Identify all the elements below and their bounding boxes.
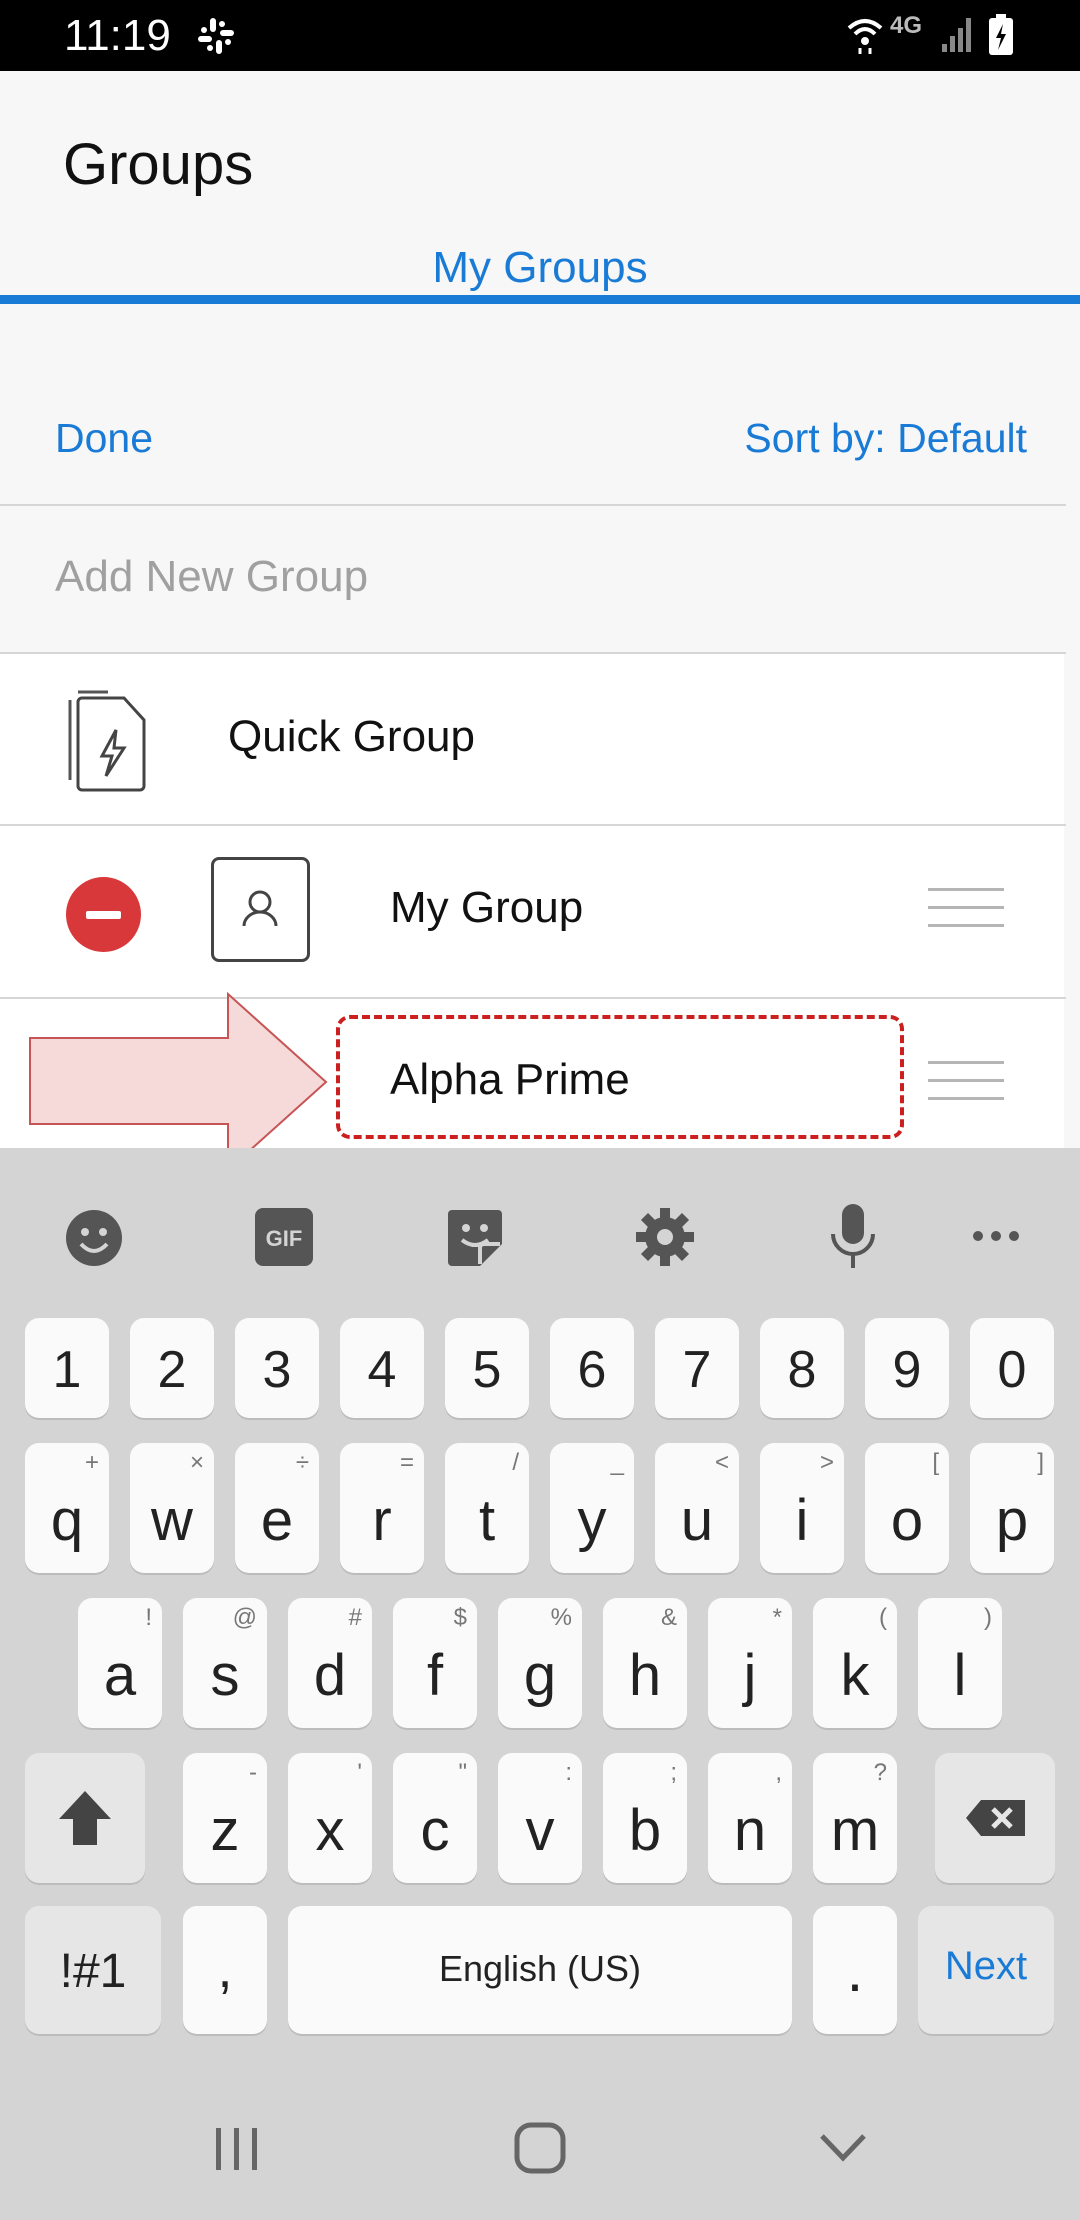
key-v[interactable]: :v [498, 1753, 582, 1883]
microphone-icon[interactable] [828, 1202, 878, 1272]
key-r[interactable]: = r [340, 1443, 424, 1573]
page-title: Groups [63, 132, 254, 197]
key-4[interactable]: 4 [340, 1318, 424, 1418]
key-d[interactable]: # d [288, 1598, 372, 1728]
signal-icon [942, 18, 971, 52]
key-g[interactable]: % g [498, 1598, 582, 1728]
quick-group-icon [68, 690, 146, 792]
sticker-icon[interactable] [444, 1206, 506, 1268]
key-p[interactable]: ] p [970, 1443, 1054, 1573]
key-7[interactable]: 7 [655, 1318, 739, 1418]
key-e[interactable]: ÷ e [235, 1443, 319, 1573]
status-time: 11:19 [64, 11, 171, 60]
key-n[interactable]: ,n [708, 1753, 792, 1883]
backspace-icon [966, 1800, 1025, 1836]
group-name-input[interactable] [390, 1055, 870, 1105]
group-name: Quick Group [228, 712, 475, 761]
key-m[interactable]: ? m [813, 1753, 897, 1883]
key-h[interactable]: & h [603, 1598, 687, 1728]
key-u[interactable]: < u [655, 1443, 739, 1573]
space-key[interactable]: English (US) [288, 1906, 792, 2034]
drag-handle-icon[interactable] [928, 888, 1004, 928]
key-f[interactable]: $ f [393, 1598, 477, 1728]
tab-my-groups[interactable]: My Groups [0, 243, 1080, 293]
key-c[interactable]: " c [393, 1753, 477, 1883]
add-new-group-field[interactable]: Add New Group [55, 552, 368, 602]
slack-icon [198, 18, 234, 54]
key-w[interactable]: × w [130, 1443, 214, 1573]
keyboard: GIF 1 2 3 4 5 6 7 8 9 0 + q × w ÷ e = r / t _… [0, 1148, 1080, 2220]
shift-arrow-icon [59, 1791, 111, 1845]
key-i[interactable]: > i [760, 1443, 844, 1573]
back-chevron-icon[interactable] [818, 2132, 868, 2164]
home-icon[interactable] [514, 2122, 566, 2174]
key-1[interactable]: 1 [25, 1318, 109, 1418]
key-o[interactable]: [o [865, 1443, 949, 1573]
next-key[interactable]: Next [918, 1906, 1054, 2034]
key-5[interactable]: 5 [445, 1318, 529, 1418]
period-key[interactable]: . [813, 1906, 897, 2034]
gif-icon[interactable]: GIF [255, 1208, 313, 1266]
key-k[interactable]: (k [813, 1598, 897, 1728]
key-b[interactable]: ; b [603, 1753, 687, 1883]
sort-by-button[interactable]: Sort by: Default [744, 415, 1027, 462]
group-name: My Group [390, 883, 584, 932]
key-t[interactable]: / t [445, 1443, 529, 1573]
key-y[interactable]: _ y [550, 1443, 634, 1573]
key-3[interactable]: 3 [235, 1318, 319, 1418]
drag-handle-icon[interactable] [928, 1061, 1004, 1101]
symbols-key[interactable]: !#1 [25, 1906, 161, 2034]
key-a[interactable]: ! a [78, 1598, 162, 1728]
comma-key[interactable]: , [183, 1906, 267, 2034]
key-s[interactable]: @ s [183, 1598, 267, 1728]
emoji-icon[interactable] [64, 1208, 124, 1268]
battery-icon [989, 14, 1013, 55]
status-bar: 11:19 4G [0, 0, 1080, 71]
key-6[interactable]: 6 [550, 1318, 634, 1418]
key-9[interactable]: 9 [865, 1318, 949, 1418]
shift-key[interactable] [25, 1753, 145, 1883]
settings-gear-icon[interactable] [634, 1206, 696, 1268]
key-l[interactable]: ) l [918, 1598, 1002, 1728]
done-button[interactable]: Done [55, 415, 153, 462]
recent-apps-icon[interactable] [212, 2126, 262, 2172]
key-2[interactable]: 2 [130, 1318, 214, 1418]
key-0[interactable]: 0 [970, 1318, 1054, 1418]
key-q[interactable]: + q [25, 1443, 109, 1573]
more-options-icon[interactable] [970, 1228, 1022, 1244]
key-j[interactable]: * j [708, 1598, 792, 1728]
network-type-label: 4G [890, 12, 923, 39]
divider [0, 504, 1066, 506]
person-icon [211, 857, 310, 962]
delete-group-button[interactable] [66, 877, 141, 952]
backspace-key[interactable] [935, 1753, 1055, 1883]
key-x[interactable]: ' x [288, 1753, 372, 1883]
tab-indicator [0, 295, 1080, 304]
svg-text:GIF: GIF [266, 1226, 303, 1251]
key-8[interactable]: 8 [760, 1318, 844, 1418]
app-header: Groups My Groups [0, 71, 1080, 300]
wifi-icon [847, 19, 883, 54]
key-z[interactable]: -z [183, 1753, 267, 1883]
